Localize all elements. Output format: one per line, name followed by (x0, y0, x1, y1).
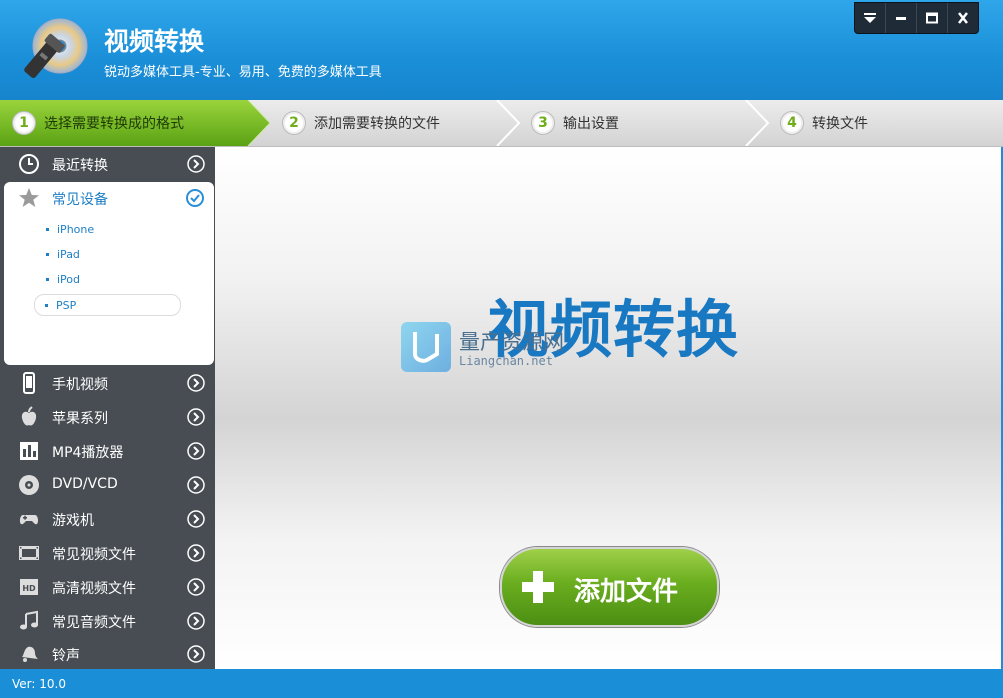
watermark-logo-icon (401, 322, 451, 372)
device-label: iPod (57, 272, 81, 286)
device-item-ipod[interactable]: iPod (36, 269, 181, 289)
phone-icon (23, 372, 35, 394)
chevron-right-icon (187, 408, 205, 426)
sidebar-item-label: MP4播放器 (52, 445, 124, 461)
status-bar: Ver: 10.0 (0, 669, 1003, 698)
device-item-iphone[interactable]: iPhone (36, 219, 181, 239)
watermark: 量产资源网 Liangchan.net (401, 322, 611, 377)
sidebar-item-ringtone[interactable]: 铃声 (0, 637, 215, 671)
sidebar-item-game-console[interactable]: 游戏机 (0, 502, 215, 536)
bell-icon (22, 646, 38, 662)
sidebar-item-label: 最近转换 (52, 158, 108, 174)
sidebar-item-apple[interactable]: 苹果系列 (0, 400, 215, 434)
step-number: 4 (780, 111, 804, 135)
minimize-icon (896, 17, 906, 20)
device-item-ipad[interactable]: iPad (36, 244, 181, 264)
app-window: 视频转换 锐动多媒体工具-专业、易用、免费的多媒体工具 1 选择需要转换成的格式… (0, 0, 1003, 698)
device-label: iPhone (57, 222, 95, 236)
watermark-url: Liangchan.net (459, 354, 553, 368)
sidebar-item-hd-video[interactable]: HD 高清视频文件 (0, 570, 215, 604)
minimize-button[interactable] (886, 3, 917, 33)
sidebar-item-label: 常见音频文件 (52, 615, 136, 631)
chevron-right-icon (187, 544, 205, 562)
sidebar-item-label: 铃声 (52, 648, 80, 664)
watermark-text: 量产资源网 (459, 330, 564, 354)
step-label: 输出设置 (563, 116, 619, 132)
step-number: 2 (282, 111, 306, 135)
bullet (46, 252, 49, 256)
sidebar-item-mp4[interactable]: MP4播放器 (0, 434, 215, 468)
maximize-button[interactable] (917, 3, 948, 33)
star-icon (19, 188, 39, 207)
sidebar-item-label: 手机视频 (52, 377, 108, 393)
sidebar-item-label: DVD/VCD (52, 476, 118, 492)
apple-icon (21, 406, 37, 426)
main-panel: 视频转换 量产资源网 Liangchan.net 添加文件 (215, 147, 1003, 669)
step-label: 选择需要转换成的格式 (44, 116, 184, 132)
device-item-psp[interactable]: PSP (34, 294, 181, 316)
window-controls (854, 2, 979, 34)
chevron-right-icon (187, 374, 205, 392)
step-number: 3 (531, 111, 555, 135)
step-number: 1 (12, 111, 36, 135)
title-bar: 视频转换 锐动多媒体工具-专业、易用、免费的多媒体工具 (0, 0, 1003, 100)
common-devices-panel: 常见设备 iPhone iPad iPod PSP (4, 182, 214, 365)
clock-icon (19, 154, 39, 174)
sidebar-item-label: 苹果系列 (52, 411, 108, 427)
app-title: 视频转换 (104, 27, 205, 56)
sidebar-item-label: 常见视频文件 (52, 547, 136, 563)
menu-button[interactable] (855, 3, 886, 33)
step-1[interactable]: 1 选择需要转换成的格式 (12, 100, 184, 146)
check-circle-icon (186, 189, 204, 207)
gamepad-icon (19, 515, 39, 525)
add-file-button[interactable]: 添加文件 (500, 547, 719, 627)
chevron-right-icon (187, 612, 205, 630)
sidebar-item-label: 常见设备 (52, 192, 108, 208)
chevron-right-icon (187, 155, 205, 173)
sidebar-item-audio[interactable]: 常见音频文件 (0, 604, 215, 638)
music-icon (20, 610, 38, 630)
step-4[interactable]: 4 转换文件 (780, 100, 868, 146)
sidebar-item-dvd[interactable]: DVD/VCD (0, 468, 215, 502)
add-file-label: 添加文件 (574, 577, 679, 607)
sidebar: 最近转换 常见设备 iPhone iPad iPod PSP 手机视频 苹果系列 (0, 147, 215, 669)
menu-icon (864, 13, 876, 23)
step-3[interactable]: 3 输出设置 (531, 100, 619, 146)
chevron-right-icon (187, 645, 205, 663)
svg-text:HD: HD (22, 584, 36, 593)
step-label: 添加需要转换的文件 (314, 116, 440, 132)
app-logo-icon (24, 18, 88, 78)
film-icon (19, 546, 39, 560)
app-subtitle: 锐动多媒体工具-专业、易用、免费的多媒体工具 (104, 65, 382, 80)
device-label: iPad (57, 247, 80, 261)
plus-icon (522, 571, 554, 603)
version-label: Ver: 10.0 (12, 677, 66, 691)
sidebar-item-recent[interactable]: 最近转换 (0, 147, 215, 181)
bullet (46, 227, 49, 231)
chevron-right-icon (187, 510, 205, 528)
close-button[interactable] (948, 3, 978, 33)
sidebar-item-common-devices[interactable]: 常见设备 (4, 182, 214, 214)
hd-icon: HD (20, 579, 38, 595)
steps-bar: 1 选择需要转换成的格式 2 添加需要转换的文件 3 输出设置 4 转换文件 (0, 100, 1003, 147)
sidebar-item-phone-video[interactable]: 手机视频 (0, 366, 215, 400)
chevron-right-icon (187, 476, 205, 494)
sidebar-item-label: 高清视频文件 (52, 581, 136, 597)
step-label: 转换文件 (812, 116, 868, 132)
bullet (45, 303, 48, 307)
step-2[interactable]: 2 添加需要转换的文件 (282, 100, 440, 146)
disc-icon (19, 475, 39, 495)
chevron-right-icon (187, 442, 205, 460)
close-icon (958, 12, 968, 24)
bullet (46, 277, 49, 281)
maximize-icon (926, 12, 938, 24)
chevron-right-icon (187, 578, 205, 596)
mp4-player-icon (20, 442, 38, 460)
device-label: PSP (56, 298, 77, 312)
sidebar-item-common-video[interactable]: 常见视频文件 (0, 536, 215, 570)
sidebar-item-label: 游戏机 (52, 513, 94, 529)
